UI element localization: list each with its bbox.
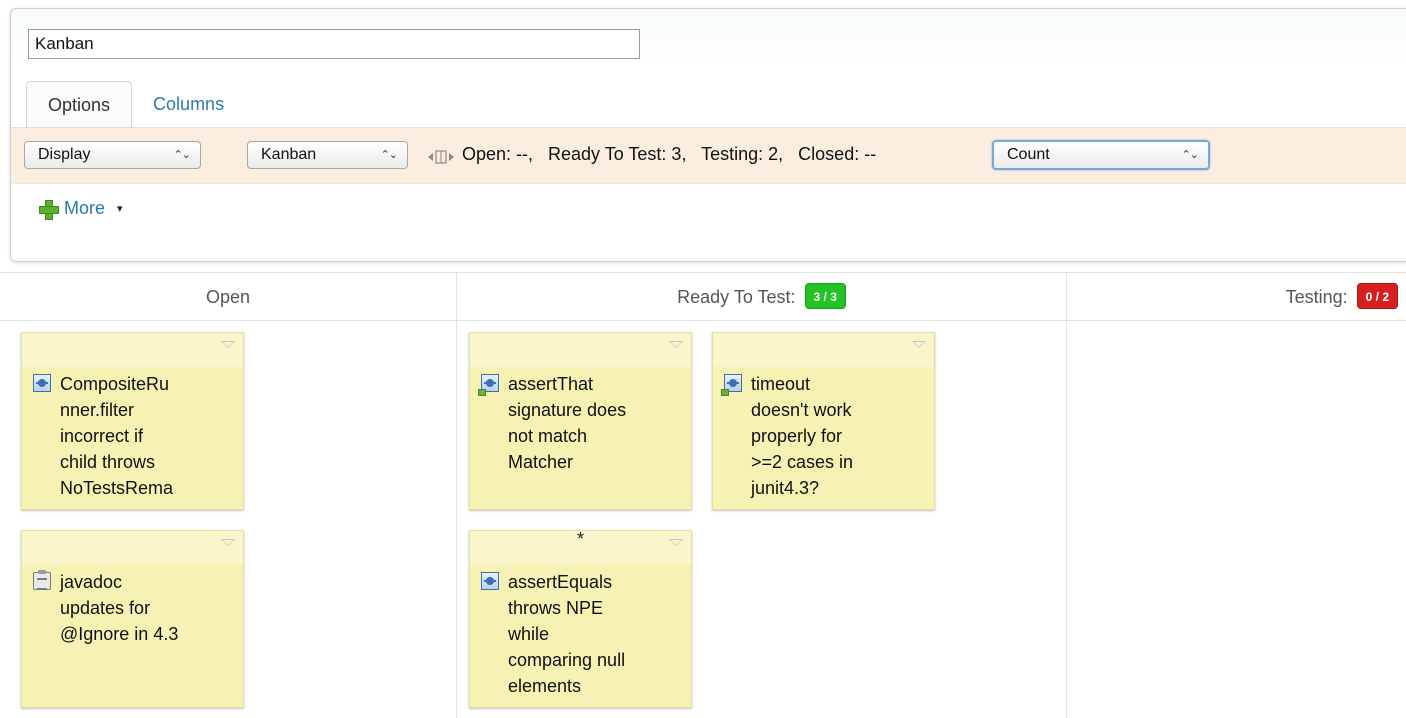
card-header: *	[470, 529, 691, 565]
card-summary[interactable]: timeout doesn't work properly for >=2 ca…	[751, 374, 853, 498]
card-body: timeout doesn't work properly for >=2 ca…	[713, 367, 934, 509]
select-arrows-icon: ⌃⌄	[380, 149, 398, 161]
tab-options[interactable]: Options	[26, 81, 133, 127]
card-body: CompositeRu nner.filter incorrect if chi…	[22, 367, 243, 509]
board-config-panel: Options Columns Display ⌃⌄ Kanban ⌃⌄ Ope…	[10, 8, 1406, 262]
mode-select-value: Kanban	[261, 146, 317, 163]
swimlane-icon[interactable]	[428, 150, 454, 164]
config-tabs: Options Columns	[26, 81, 245, 127]
kanban-board: Open Ready To Test: 3 / 3 Testing: 0 / 2…	[0, 272, 1406, 718]
column-divider	[456, 273, 457, 718]
card-summary[interactable]: javadoc updates for @Ignore in 4.3	[60, 572, 178, 644]
chevron-down-icon: ▾	[117, 203, 123, 215]
card-body: assertEquals throws NPE while comparing …	[470, 565, 691, 707]
card-header	[470, 333, 691, 367]
link-icon	[721, 389, 729, 396]
column-title: Open	[205, 287, 251, 307]
card-summary[interactable]: CompositeRu nner.filter incorrect if chi…	[60, 374, 173, 498]
board-title-input[interactable]	[28, 29, 640, 59]
defect-icon	[721, 374, 742, 396]
display-select[interactable]: Display ⌃⌄	[24, 141, 201, 169]
kanban-card[interactable]: CompositeRu nner.filter incorrect if chi…	[21, 332, 244, 510]
task-icon	[33, 570, 51, 590]
mode-select[interactable]: Kanban ⌃⌄	[247, 141, 408, 169]
aggregate-select-value: Count	[1007, 146, 1050, 163]
wip-limit-badge: 0 / 2	[1356, 283, 1398, 310]
card-menu-icon[interactable]	[221, 539, 235, 546]
kanban-card[interactable]: * assertEquals throws NPE while comparin…	[469, 529, 692, 708]
column-header-testing: Testing: 0 / 2	[1067, 273, 1406, 321]
kanban-card[interactable]: timeout doesn't work properly for >=2 ca…	[712, 332, 935, 510]
column-count-summary: Open: --, Ready To Test: 3, Testing: 2, …	[462, 144, 877, 164]
plus-icon	[39, 199, 59, 220]
card-header	[22, 531, 243, 565]
defect-icon	[478, 374, 499, 396]
card-header	[713, 333, 934, 367]
defect-icon	[33, 374, 51, 392]
card-body: assertThat signature does not match Matc…	[470, 367, 691, 483]
column-header-ready-to-test: Ready To Test: 3 / 3	[457, 273, 1066, 321]
column-title: Ready To Test:	[677, 287, 796, 307]
card-summary[interactable]: assertEquals throws NPE while comparing …	[508, 572, 625, 696]
options-bar: Display ⌃⌄ Kanban ⌃⌄ Open: --, Ready To …	[11, 127, 1406, 184]
link-icon	[478, 389, 486, 396]
column-title: Testing:	[1285, 287, 1348, 307]
select-arrows-icon: ⌃⌄	[1181, 149, 1199, 161]
column-header-open: Open	[0, 273, 456, 321]
kanban-card[interactable]: assertThat signature does not match Matc…	[469, 332, 692, 510]
card-summary[interactable]: assertThat signature does not match Matc…	[508, 374, 626, 472]
select-arrows-icon: ⌃⌄	[173, 149, 191, 161]
card-flag: *	[576, 529, 584, 549]
defect-icon	[481, 572, 499, 590]
tab-columns[interactable]: Columns	[132, 81, 245, 127]
aggregate-select[interactable]: Count ⌃⌄	[992, 140, 1210, 170]
column-divider	[1066, 273, 1067, 718]
display-select-value: Display	[38, 146, 91, 163]
card-menu-icon[interactable]	[669, 341, 683, 348]
wip-limit-badge: 3 / 3	[804, 283, 846, 310]
card-body: javadoc updates for @Ignore in 4.3	[22, 565, 243, 655]
card-menu-icon[interactable]	[912, 341, 926, 348]
more-menu[interactable]: More ▾	[39, 198, 123, 220]
card-menu-icon[interactable]	[221, 341, 235, 348]
kanban-card[interactable]: javadoc updates for @Ignore in 4.3	[21, 530, 244, 708]
more-label: More	[64, 198, 106, 218]
card-header	[22, 333, 243, 367]
card-menu-icon[interactable]	[669, 539, 683, 546]
